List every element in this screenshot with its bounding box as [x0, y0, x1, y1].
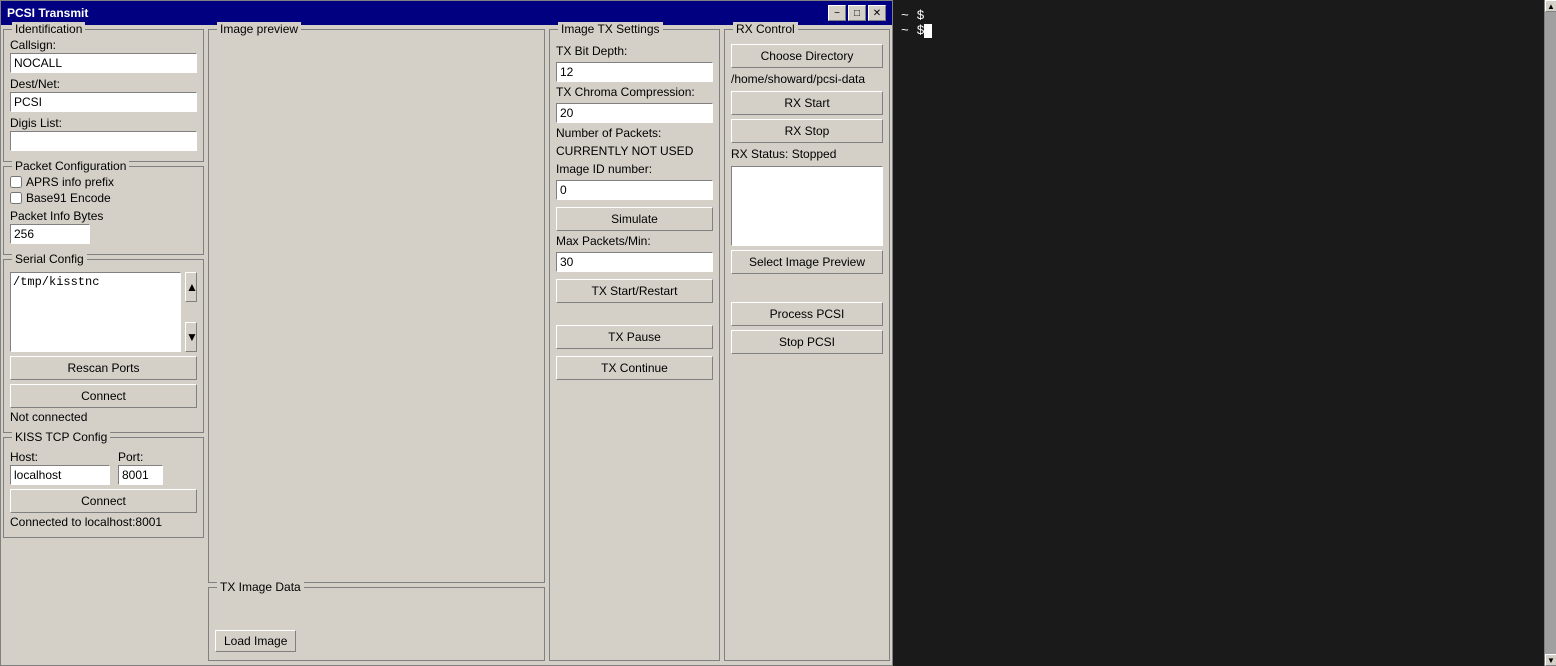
port-input[interactable] [118, 465, 163, 485]
bit-depth-label: TX Bit Depth: [556, 44, 713, 58]
serial-connect-button[interactable]: Connect [10, 384, 197, 408]
terminal-scrollbar: ▲ ▼ [1544, 0, 1556, 666]
image-id-input[interactable] [556, 180, 713, 200]
scrollbar-track [1545, 12, 1556, 654]
identification-title: Identification [12, 22, 85, 36]
serial-port-textarea[interactable]: /tmp/kisstnc [10, 272, 181, 352]
stop-pcsi-button[interactable]: Stop PCSI [731, 330, 883, 354]
identification-group: Identification Callsign: Dest/Net: Digis… [3, 29, 204, 162]
max-packets-label: Max Packets/Min: [556, 234, 713, 248]
tx-pause-button[interactable]: TX Pause [556, 325, 713, 349]
serial-config-group: Serial Config /tmp/kisstnc ▲ ▼ Rescan Po… [3, 259, 204, 433]
window-controls: − □ ✕ [828, 5, 886, 21]
terminal-line1: ~ $ ~ $ [901, 8, 1536, 38]
maximize-button[interactable]: □ [848, 5, 866, 21]
rx-start-button[interactable]: RX Start [731, 91, 883, 115]
rx-preview-image [731, 166, 883, 246]
port-label: Port: [118, 450, 163, 464]
tx-start-button[interactable]: TX Start/Restart [556, 279, 713, 303]
scrollbar-down-button[interactable]: ▼ [1545, 654, 1556, 666]
dir-path: /home/showard/pcsi-data [731, 72, 883, 86]
scrollbar-up-button[interactable]: ▲ [1545, 0, 1556, 12]
simulate-button[interactable]: Simulate [556, 207, 713, 231]
image-id-label: Image ID number: [556, 162, 713, 176]
serial-scroll-down[interactable]: ▼ [185, 322, 197, 352]
tx-image-data-title: TX Image Data [217, 580, 304, 594]
packet-config-title: Packet Configuration [12, 159, 129, 173]
host-input[interactable] [10, 465, 110, 485]
load-image-button[interactable]: Load Image [215, 630, 296, 652]
base91-checkbox[interactable] [10, 192, 22, 204]
rx-control-group: RX Control Choose Directory /home/showar… [724, 29, 890, 661]
tx-settings-title: Image TX Settings [558, 22, 663, 36]
serial-status: Not connected [10, 408, 197, 426]
tcp-connect-button[interactable]: Connect [10, 489, 197, 513]
serial-scroll-up[interactable]: ▲ [185, 272, 197, 302]
tx-image-data-area [215, 598, 538, 628]
chroma-label: TX Chroma Compression: [556, 85, 713, 99]
aprs-checkbox[interactable] [10, 176, 22, 188]
callsign-input[interactable] [10, 53, 197, 73]
digis-label: Digis List: [10, 116, 197, 130]
bit-depth-input[interactable] [556, 62, 713, 82]
serial-config-title: Serial Config [12, 252, 87, 266]
rescan-ports-button[interactable]: Rescan Ports [10, 356, 197, 380]
aprs-label: APRS info prefix [26, 175, 114, 189]
packet-bytes-label: Packet Info Bytes [10, 209, 197, 223]
base91-label: Base91 Encode [26, 191, 111, 205]
host-label: Host: [10, 450, 110, 464]
digis-input[interactable] [10, 131, 197, 151]
kiss-tcp-group: KISS TCP Config Host: Port: Connect Conn… [3, 437, 204, 538]
tx-image-data-group: TX Image Data Load Image [208, 587, 545, 661]
rx-status: RX Status: Stopped [731, 147, 883, 161]
num-packets-value: CURRENTLY NOT USED [556, 144, 713, 158]
packet-bytes-input[interactable] [10, 224, 90, 244]
process-pcsi-button[interactable]: Process PCSI [731, 302, 883, 326]
callsign-label: Callsign: [10, 38, 197, 52]
image-preview-title: Image preview [217, 22, 301, 36]
max-packets-input[interactable] [556, 252, 713, 272]
tcp-status: Connected to localhost:8001 [10, 513, 197, 531]
image-preview-area [215, 38, 538, 576]
chroma-input[interactable] [556, 103, 713, 123]
image-preview-group: Image preview [208, 29, 545, 583]
window-title: PCSI Transmit [7, 6, 88, 20]
tx-continue-button[interactable]: TX Continue [556, 356, 713, 380]
packet-config-group: Packet Configuration APRS info prefix Ba… [3, 166, 204, 255]
num-packets-label: Number of Packets: [556, 126, 713, 140]
close-button[interactable]: ✕ [868, 5, 886, 21]
terminal-cursor [924, 24, 932, 38]
rx-control-title: RX Control [733, 22, 798, 36]
select-image-preview-button[interactable]: Select Image Preview [731, 250, 883, 274]
kiss-tcp-title: KISS TCP Config [12, 430, 110, 444]
choose-directory-button[interactable]: Choose Directory [731, 44, 883, 68]
dest-net-input[interactable] [10, 92, 197, 112]
dest-net-label: Dest/Net: [10, 77, 197, 91]
minimize-button[interactable]: − [828, 5, 846, 21]
terminal[interactable]: ~ $ ~ $ [893, 0, 1544, 666]
tx-settings-group: Image TX Settings TX Bit Depth: TX Chrom… [549, 29, 720, 661]
rx-stop-button[interactable]: RX Stop [731, 119, 883, 143]
